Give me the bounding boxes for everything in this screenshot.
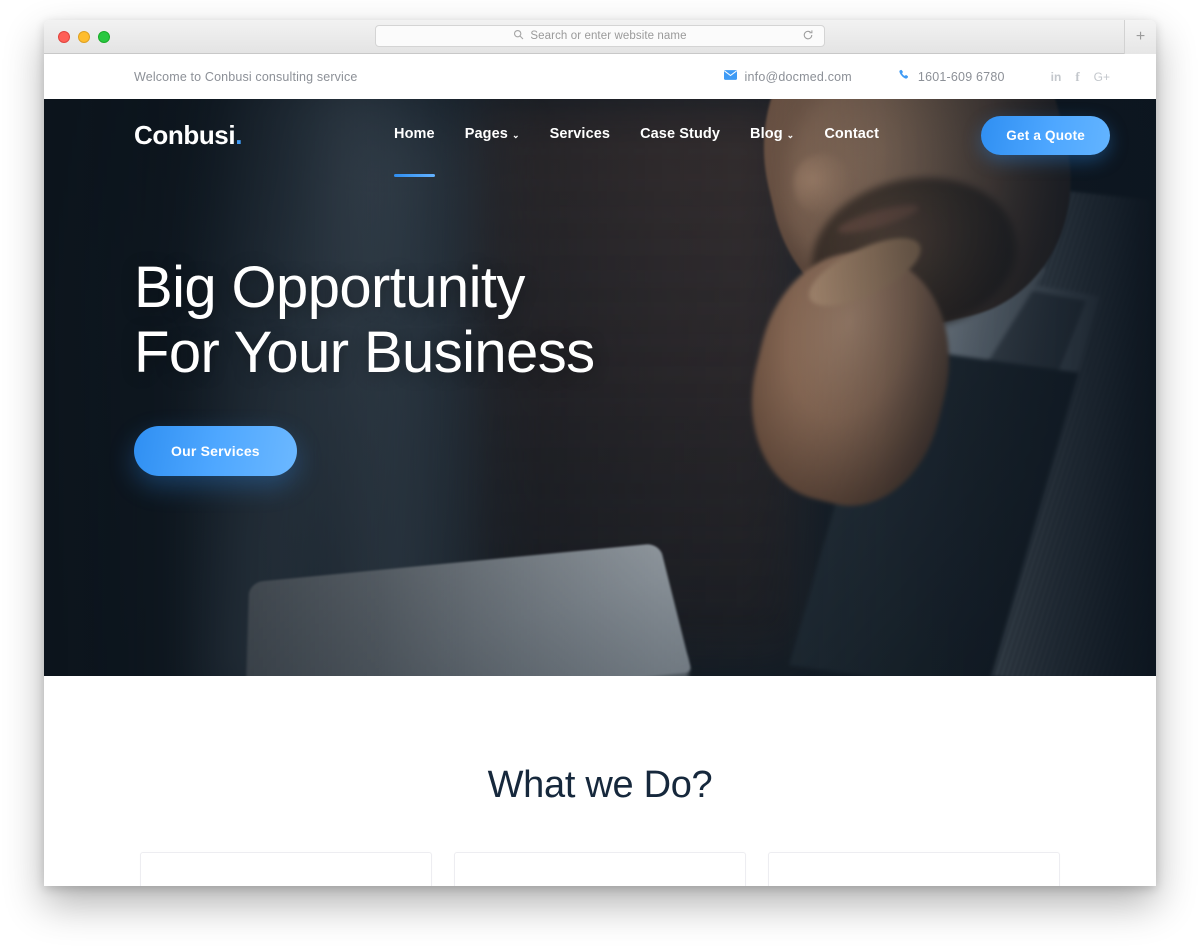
googleplus-icon[interactable]: G+ <box>1094 71 1110 83</box>
nav-item-home-label: Home <box>394 126 435 142</box>
phone-contact[interactable]: 1601-609 6780 <box>898 69 1005 84</box>
site-logo[interactable]: Conbusi. <box>134 120 242 151</box>
browser-titlebar: Search or enter website name + <box>44 20 1156 54</box>
nav-item-contact[interactable]: Contact <box>824 126 879 144</box>
nav-item-case-study[interactable]: Case Study <box>640 126 720 144</box>
our-services-button[interactable]: Our Services <box>134 425 297 476</box>
service-card-list <box>140 852 1060 886</box>
nav-item-case-study-label: Case Study <box>640 126 721 142</box>
section-title: What we Do? <box>487 764 713 806</box>
reload-icon[interactable] <box>802 29 814 43</box>
phone-text: 1601-609 6780 <box>917 69 1005 84</box>
nav-item-blog-label: Blog <box>750 126 783 142</box>
logo-dot: . <box>235 119 243 150</box>
chevron-down-icon: ⌄ <box>786 129 795 140</box>
linkedin-icon[interactable]: in <box>1051 71 1062 83</box>
close-window-button[interactable] <box>58 30 70 43</box>
nav-item-blog[interactable]: Blog ⌄ <box>750 126 794 144</box>
minimize-window-button[interactable] <box>78 30 90 43</box>
what-we-do-section: What we Do? <box>44 676 1156 886</box>
logo-text: Conbusi <box>134 119 236 150</box>
get-a-quote-button[interactable]: Get a Quote <box>981 115 1110 155</box>
welcome-message: Welcome to Conbusi consulting service <box>134 69 358 84</box>
nav-menu: Home Pages ⌄ Services Case Study Blog ⌄ <box>394 126 879 177</box>
hero-heading: Big Opportunity For Your Business <box>134 255 1156 386</box>
nav-item-home[interactable]: Home <box>394 126 435 177</box>
service-card-2[interactable] <box>454 852 746 886</box>
mail-icon <box>723 70 737 83</box>
search-icon <box>513 29 524 43</box>
facebook-icon[interactable]: f <box>1075 70 1079 83</box>
new-tab-button[interactable]: + <box>1124 20 1156 54</box>
service-card-3[interactable] <box>768 852 1060 886</box>
hero-heading-line-2: For Your Business <box>134 319 595 385</box>
nav-item-contact-label: Contact <box>824 126 879 142</box>
hero-content: Big Opportunity For Your Business Our Se… <box>44 171 1156 476</box>
service-card-1[interactable] <box>140 852 432 886</box>
email-contact[interactable]: info@docmed.com <box>723 69 852 84</box>
main-navigation: Conbusi. Home Pages ⌄ Services Case Stud… <box>44 99 1156 177</box>
nav-item-pages[interactable]: Pages ⌄ <box>465 126 520 144</box>
hero-section: Conbusi. Home Pages ⌄ Services Case Stud… <box>44 99 1156 676</box>
topbar-contact-group: info@docmed.com 1601-609 6780 in f G+ <box>678 69 1110 84</box>
chevron-down-icon: ⌄ <box>511 129 520 140</box>
email-text: info@docmed.com <box>744 69 852 84</box>
maximize-window-button[interactable] <box>98 30 110 43</box>
browser-window: Search or enter website name + Welcome t… <box>44 20 1156 886</box>
nav-item-pages-label: Pages <box>464 126 508 142</box>
window-controls <box>58 30 110 43</box>
site-topbar: Welcome to Conbusi consulting service in… <box>44 54 1156 99</box>
social-links: in f G+ <box>1051 70 1110 83</box>
hero-heading-line-1: Big Opportunity <box>134 255 525 320</box>
phone-icon <box>898 69 910 84</box>
nav-item-services[interactable]: Services <box>550 126 610 144</box>
address-bar-placeholder: Search or enter website name <box>530 30 687 42</box>
nav-item-services-label: Services <box>549 126 611 142</box>
page-viewport: Welcome to Conbusi consulting service in… <box>44 54 1156 886</box>
address-bar[interactable]: Search or enter website name <box>375 25 825 47</box>
